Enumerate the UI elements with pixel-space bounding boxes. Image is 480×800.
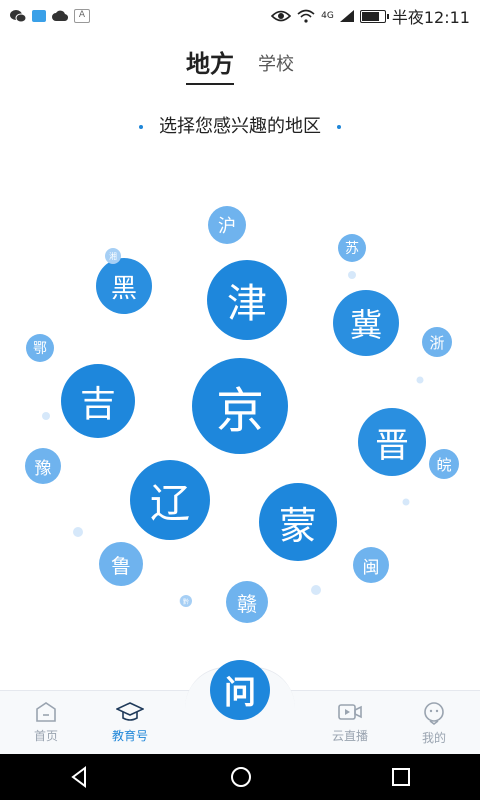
- back-icon[interactable]: [69, 766, 91, 788]
- region-bubble-hu[interactable]: 沪: [208, 206, 246, 244]
- decor-dot: [416, 376, 424, 384]
- wechat-icon: [10, 10, 26, 23]
- region-bubble-gan[interactable]: 赣: [226, 581, 268, 623]
- region-bubble-hei[interactable]: 黑: [96, 258, 152, 314]
- nav-home[interactable]: 首页: [16, 701, 76, 744]
- decor-dot: [402, 498, 410, 506]
- region-bubble-xiang[interactable]: 湘: [105, 248, 121, 264]
- recents-icon[interactable]: [391, 767, 411, 787]
- graduation-cap-icon: [116, 702, 144, 721]
- ask-question-button[interactable]: 问: [210, 660, 270, 720]
- cloud-icon: [52, 10, 68, 22]
- region-prompt: 选择您感兴趣的地区: [0, 112, 480, 138]
- eye-icon: [271, 10, 292, 22]
- video-icon: [338, 704, 362, 720]
- gallery-icon: [32, 10, 46, 22]
- region-bubble-liao[interactable]: 辽: [130, 460, 210, 540]
- region-bubble-cloud: 京 津 吉 辽 蒙 晋 冀 黑 沪 苏 浙 皖 鄂 豫 鲁 赣 闽 湘 黔: [0, 180, 480, 650]
- region-bubble-su[interactable]: 苏: [338, 234, 366, 262]
- decor-dot: [73, 527, 83, 537]
- region-bubble-meng[interactable]: 蒙: [259, 483, 337, 561]
- region-bubble-zhe[interactable]: 浙: [422, 327, 452, 357]
- decor-dot: [348, 271, 356, 279]
- region-bubble-qian[interactable]: 黔: [180, 595, 192, 607]
- tab-school[interactable]: 学校: [258, 44, 294, 85]
- decor-dot: [42, 412, 50, 420]
- nav-live-label: 云直播: [331, 729, 368, 743]
- decor-dot: [311, 585, 321, 595]
- region-bubble-ji-hebei[interactable]: 冀: [333, 290, 399, 356]
- system-nav-bar: [0, 754, 480, 800]
- nav-education-label: 教育号: [111, 729, 148, 743]
- battery-icon: [359, 9, 389, 23]
- region-bubble-jin[interactable]: 津: [207, 260, 287, 340]
- region-school-tabs: 地方 学校: [0, 44, 480, 85]
- decor-dot: [139, 125, 143, 129]
- nav-education[interactable]: 教育号: [100, 701, 160, 744]
- tab-region[interactable]: 地方: [186, 44, 234, 85]
- region-bubble-min[interactable]: 闽: [353, 547, 389, 583]
- nav-home-label: 首页: [33, 729, 58, 743]
- status-bar: A 4G 半夜12:11: [0, 0, 480, 32]
- region-bubble-ji-jilin[interactable]: 吉: [61, 364, 135, 438]
- signal-icon: [339, 10, 354, 22]
- notification-icons: A: [0, 9, 90, 23]
- region-bubble-jing[interactable]: 京: [192, 358, 288, 454]
- nav-live[interactable]: 云直播: [320, 701, 380, 744]
- region-bubble-jin-shanxi[interactable]: 晋: [358, 408, 426, 476]
- region-bubble-yu[interactable]: 豫: [25, 448, 61, 484]
- decor-dot: [337, 125, 341, 129]
- profile-icon: [424, 702, 444, 725]
- home-circle-icon[interactable]: [230, 766, 252, 788]
- region-bubble-lu[interactable]: 鲁: [99, 542, 143, 586]
- wifi-icon: [297, 9, 315, 23]
- a-icon: A: [74, 9, 90, 23]
- nav-profile-label: 我的: [421, 731, 446, 745]
- home-icon: [36, 702, 56, 722]
- region-bubble-e[interactable]: 鄂: [26, 334, 54, 362]
- network-type: 4G: [321, 10, 334, 21]
- region-bubble-wan[interactable]: 皖: [429, 449, 459, 479]
- region-prompt-text: 选择您感兴趣的地区: [159, 116, 321, 137]
- clock: 半夜12:11: [391, 8, 470, 27]
- nav-profile[interactable]: 我的: [404, 701, 464, 746]
